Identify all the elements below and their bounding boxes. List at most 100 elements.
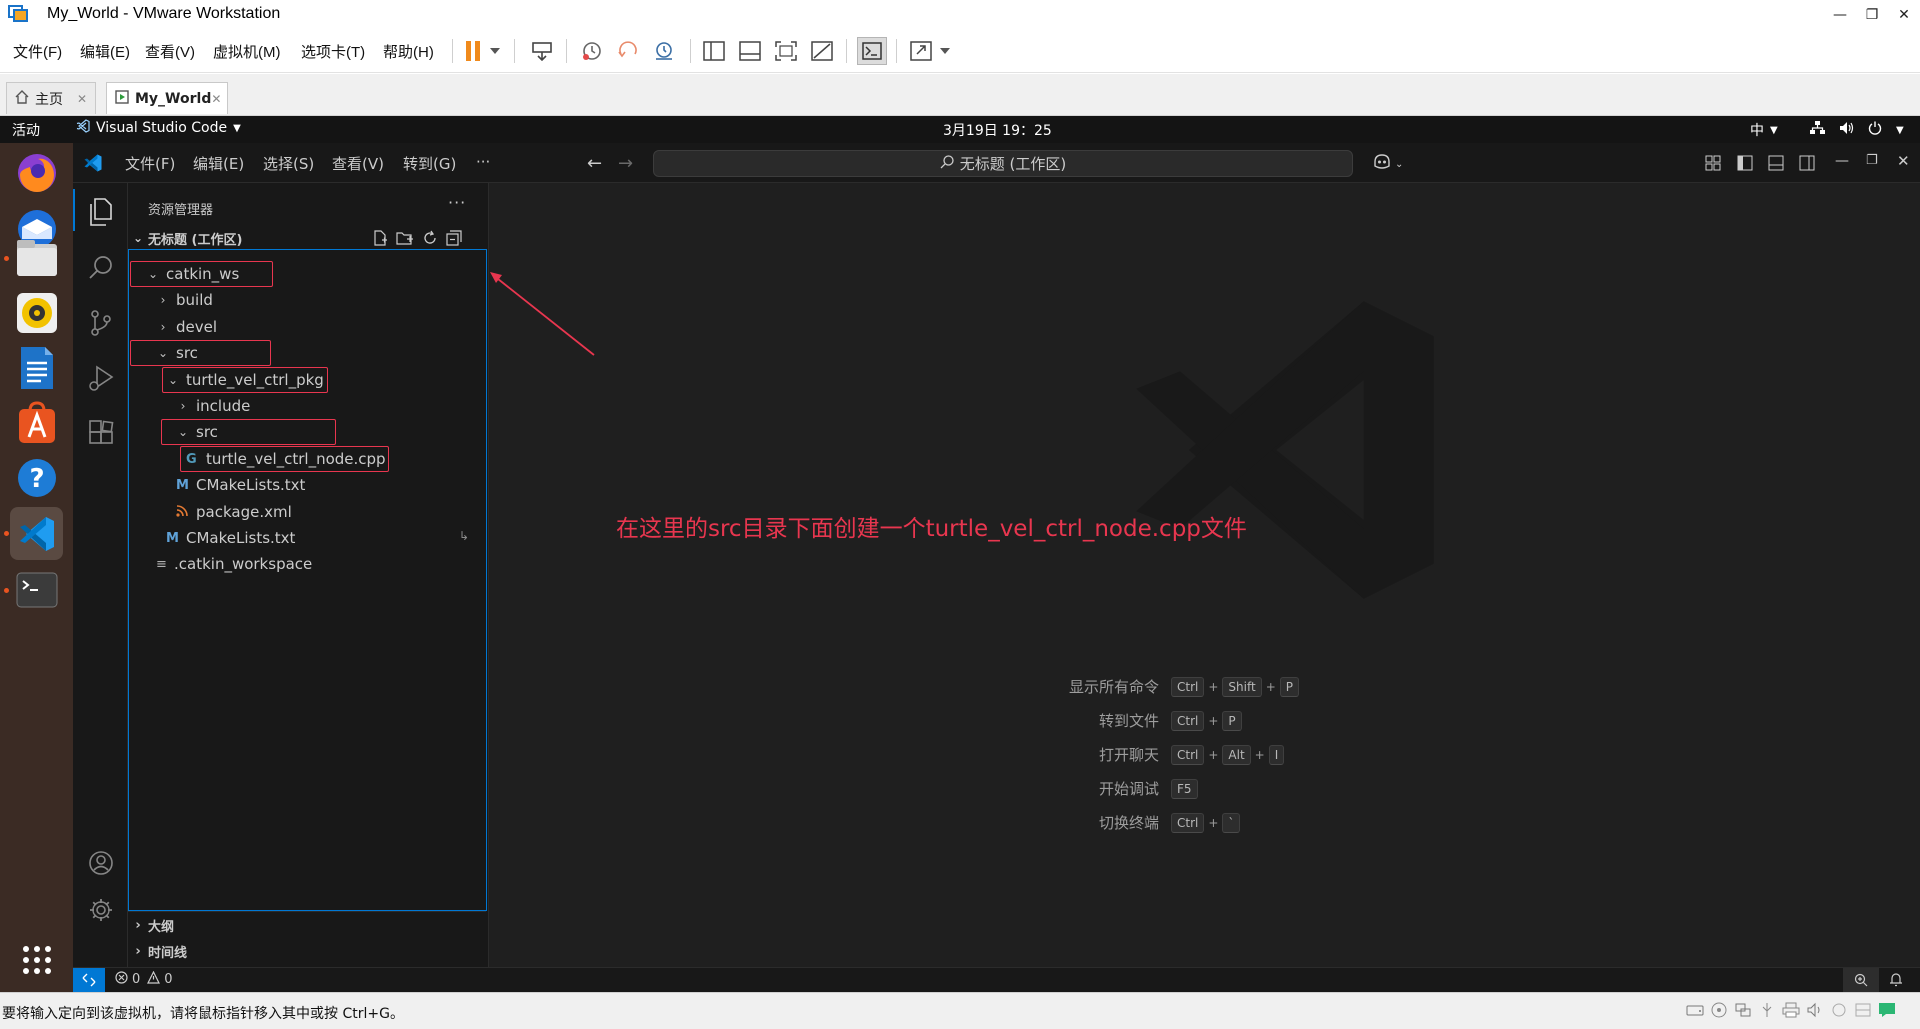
rhythmbox-icon[interactable] xyxy=(10,286,63,339)
shortcut-row[interactable]: 转到文件 Ctrl + P xyxy=(959,710,1242,731)
app-menu[interactable]: Visual Studio Code ▼ xyxy=(76,119,241,137)
network-adapter-icon[interactable] xyxy=(1734,1002,1752,1022)
kbd-key: Ctrl xyxy=(1171,812,1205,833)
toggle-primary-sidebar-icon[interactable] xyxy=(1737,155,1753,175)
close-tab-icon[interactable]: ✕ xyxy=(77,92,87,106)
extensions-icon[interactable] xyxy=(73,409,128,457)
stretch-guest-icon[interactable] xyxy=(906,37,936,65)
snapshot-manager-icon[interactable] xyxy=(649,37,679,65)
vm-menu-view[interactable]: 查看(V) xyxy=(145,41,195,62)
software-center-icon[interactable] xyxy=(10,396,63,449)
plus-sign: + xyxy=(1254,747,1265,762)
manage-gear-icon[interactable] xyxy=(73,886,128,934)
display-icon[interactable] xyxy=(1830,1002,1848,1022)
cd-drive-icon[interactable] xyxy=(1710,1002,1728,1022)
input-method-selector[interactable]: 中 ▼ xyxy=(1750,120,1778,140)
shortcut-row[interactable]: 切换终端 Ctrl + ` xyxy=(959,812,1241,833)
sound-card-icon[interactable] xyxy=(1806,1002,1824,1022)
vm-menu-edit[interactable]: 编辑(E) xyxy=(80,41,130,62)
vm-menu-vm[interactable]: 虚拟机(M) xyxy=(213,41,281,62)
vs-close-icon[interactable]: ✕ xyxy=(1897,152,1910,170)
console-view-icon[interactable] xyxy=(857,37,887,65)
tree-item-package-xml[interactable]: package.xml xyxy=(130,499,485,525)
close-window-icon[interactable]: ✕ xyxy=(1884,0,1920,29)
run-debug-icon[interactable] xyxy=(73,354,128,402)
printer-icon[interactable] xyxy=(1782,1002,1800,1022)
send-keys-icon[interactable] xyxy=(527,37,557,65)
help-icon[interactable]: ? xyxy=(10,451,63,504)
shortcut-row[interactable]: 打开聊天 Ctrl + Alt + I xyxy=(959,744,1285,765)
show-apps-icon[interactable] xyxy=(10,933,63,986)
sidebar-toggle-icon[interactable] xyxy=(699,37,729,65)
vm-menu-file[interactable]: 文件(F) xyxy=(13,41,62,62)
tree-item-catkin-workspace[interactable]: ≡ .catkin_workspace xyxy=(130,551,485,577)
vs-menu-more[interactable]: ··· xyxy=(476,153,490,171)
tab-my-world[interactable]: My_World ✕ xyxy=(106,82,228,114)
source-control-icon[interactable] xyxy=(73,299,128,347)
system-tray[interactable]: ▼ xyxy=(1810,121,1904,139)
new-folder-icon[interactable] xyxy=(396,230,414,250)
command-center[interactable]: 无标题 (工作区) xyxy=(653,150,1353,177)
chevron-down-icon[interactable] xyxy=(935,37,955,65)
clock[interactable]: 3月19日 19：25 xyxy=(943,120,1052,140)
zoom-icon[interactable] xyxy=(1843,968,1879,992)
snapshot-icon[interactable] xyxy=(577,37,607,65)
back-arrow-icon[interactable]: ← xyxy=(587,153,602,174)
files-icon[interactable] xyxy=(10,231,63,284)
timeline-section[interactable]: › 时间线 xyxy=(128,939,486,963)
explorer-icon[interactable] xyxy=(73,188,128,236)
activities-button[interactable]: 活动 xyxy=(12,120,40,140)
firefox-icon[interactable] xyxy=(10,145,63,198)
collapse-all-icon[interactable] xyxy=(446,230,462,250)
vs-menu-go[interactable]: 转到(G) xyxy=(403,153,456,174)
accounts-icon[interactable] xyxy=(73,839,128,887)
tree-item-include[interactable]: › include xyxy=(130,393,485,419)
message-icon[interactable] xyxy=(1878,1002,1896,1022)
customize-layout-icon[interactable] xyxy=(1705,155,1721,175)
close-tab-icon[interactable]: ✕ xyxy=(211,92,221,106)
vm-menu-tabs[interactable]: 选项卡(T) xyxy=(301,41,365,62)
toggle-secondary-sidebar-icon[interactable] xyxy=(1799,155,1815,175)
vs-minimize-icon[interactable]: — xyxy=(1835,153,1849,169)
more-actions-icon[interactable]: ··· xyxy=(448,193,466,212)
shortcut-row[interactable]: 显示所有命令 Ctrl + Shift + P xyxy=(959,676,1300,697)
pause-icon[interactable] xyxy=(458,37,488,65)
problems-status[interactable]: 0 0 xyxy=(115,970,173,988)
tree-item-pkg-cmakelists[interactable]: M CMakeLists.txt xyxy=(130,472,485,498)
vs-menu-selection[interactable]: 选择(S) xyxy=(263,153,314,174)
vs-menu-file[interactable]: 文件(F) xyxy=(125,153,175,174)
search-view-icon[interactable] xyxy=(73,244,128,292)
vs-restore-icon[interactable]: ❐ xyxy=(1866,153,1878,168)
kbd-key: ` xyxy=(1222,812,1241,833)
tree-item-build[interactable]: › build xyxy=(130,287,485,313)
chevron-down-icon[interactable] xyxy=(485,37,505,65)
toolbar-separator xyxy=(514,39,515,63)
tree-item-devel[interactable]: › devel xyxy=(130,314,485,340)
notifications-bell-icon[interactable] xyxy=(1889,972,1903,991)
thumbnail-bar-icon[interactable] xyxy=(735,37,765,65)
vscode-dock-icon[interactable] xyxy=(10,507,63,560)
tab-home[interactable]: 主页 ✕ xyxy=(6,82,96,114)
storage-icon[interactable] xyxy=(1854,1002,1872,1022)
terminal-icon[interactable] xyxy=(10,563,63,616)
remote-indicator-icon[interactable] xyxy=(73,968,105,992)
warning-count: 0 xyxy=(164,972,173,987)
copilot-button[interactable]: ⌄ xyxy=(1372,153,1403,175)
hard-disk-icon[interactable] xyxy=(1686,1002,1704,1022)
unity-mode-icon[interactable] xyxy=(807,37,837,65)
vs-menu-view[interactable]: 查看(V) xyxy=(332,153,384,174)
new-file-icon[interactable] xyxy=(372,230,388,250)
libreoffice-writer-icon[interactable] xyxy=(10,341,63,394)
shortcut-row[interactable]: 开始调试 F5 xyxy=(959,778,1198,799)
outline-section[interactable]: › 大纲 xyxy=(128,913,486,937)
revert-snapshot-icon[interactable] xyxy=(613,37,643,65)
forward-arrow-icon[interactable]: → xyxy=(618,153,633,174)
fullscreen-icon[interactable] xyxy=(771,37,801,65)
vm-menu-help[interactable]: 帮助(H) xyxy=(383,41,434,62)
toggle-panel-icon[interactable] xyxy=(1768,155,1784,175)
tree-item-cmakelists[interactable]: M CMakeLists.txt xyxy=(130,525,485,551)
usb-icon[interactable] xyxy=(1758,1002,1776,1022)
vs-menu-edit[interactable]: 编辑(E) xyxy=(193,153,244,174)
refresh-icon[interactable] xyxy=(422,230,438,250)
cmake-file-icon: M xyxy=(166,530,179,546)
